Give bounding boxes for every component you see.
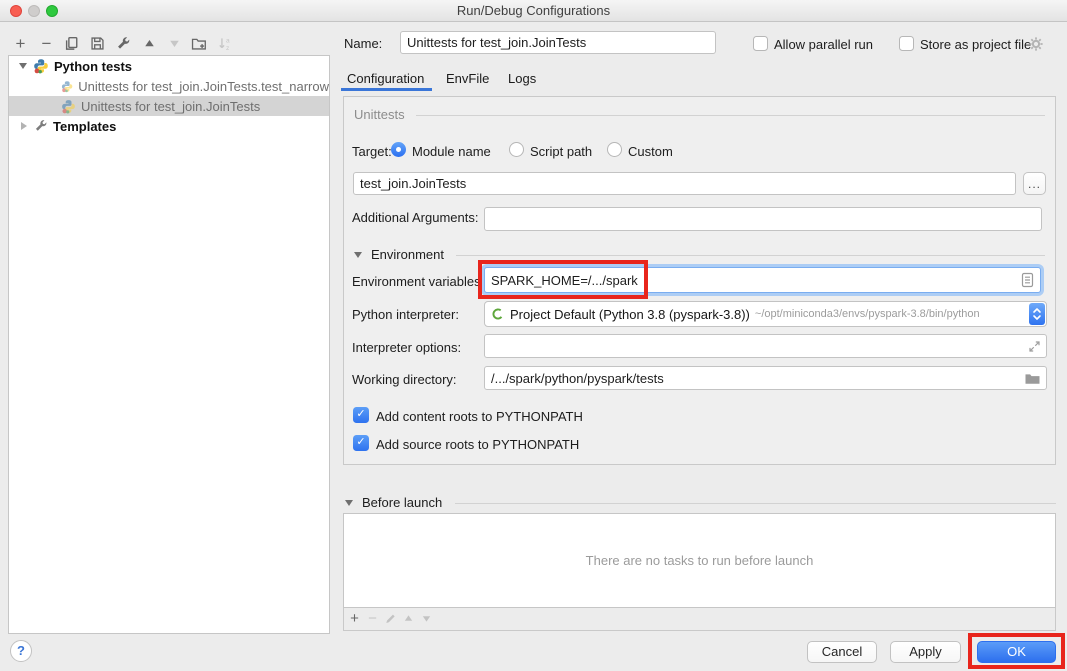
before-launch-task-list: There are no tasks to run before launch — [343, 513, 1056, 608]
allow-parallel-run-checkbox[interactable] — [753, 36, 768, 51]
allow-parallel-run-label[interactable]: Allow parallel run — [774, 37, 873, 52]
python-test-icon — [61, 79, 73, 94]
empty-task-message: There are no tasks to run before launch — [586, 553, 814, 568]
move-up-icon[interactable] — [141, 35, 158, 52]
environment-collapse-icon[interactable] — [354, 252, 362, 258]
tree-item-label: Unittests for test_join.JoinTests.test_n… — [78, 79, 329, 94]
new-folder-icon[interactable] — [190, 35, 207, 52]
minimize-window-button[interactable] — [28, 5, 40, 17]
zoom-window-button[interactable] — [46, 5, 58, 17]
add-icon[interactable]: + — [346, 610, 363, 627]
interpreter-path: ~/opt/miniconda3/envs/pyspark-3.8/bin/py… — [755, 308, 1026, 320]
tree-item-templates[interactable]: Templates — [9, 116, 329, 136]
edit-icon[interactable] — [382, 610, 399, 627]
active-tab-underline — [341, 88, 432, 91]
tree-item-label: Templates — [53, 119, 116, 134]
svg-text:a: a — [226, 38, 230, 45]
python-interpreter-select[interactable]: Project Default (Python 3.8 (pyspark-3.8… — [484, 301, 1047, 327]
additional-arguments-input[interactable] — [484, 207, 1042, 231]
expand-field-icon[interactable] — [1026, 338, 1042, 354]
before-launch-toolbar: + − — [343, 608, 1056, 631]
tree-item-unittests-test-narrow[interactable]: Unittests for test_join.JoinTests.test_n… — [9, 76, 329, 96]
working-directory-input[interactable] — [484, 366, 1047, 390]
remove-icon[interactable]: − — [38, 35, 55, 52]
run-debug-configurations-dialog: { "window": { "title": "Run/Debug Config… — [0, 0, 1067, 671]
python-test-icon — [61, 99, 76, 114]
close-window-button[interactable] — [10, 5, 22, 17]
radio-module-name-label[interactable]: Module name — [412, 144, 491, 159]
environment-divider — [456, 255, 1045, 256]
ok-button[interactable]: OK — [977, 641, 1056, 663]
tree-item-label: Python tests — [54, 59, 132, 74]
dropdown-stepper-icon[interactable] — [1029, 303, 1045, 325]
help-button[interactable]: ? — [10, 640, 32, 662]
store-as-project-file-checkbox[interactable] — [899, 36, 914, 51]
add-source-roots-checkbox[interactable] — [353, 435, 369, 451]
save-icon[interactable] — [89, 35, 106, 52]
before-launch-divider — [455, 503, 1056, 504]
interpreter-options-input[interactable] — [484, 334, 1047, 358]
additional-arguments-label: Additional Arguments: — [352, 210, 478, 225]
move-down-icon[interactable] — [418, 610, 435, 627]
svg-text:z: z — [226, 45, 229, 51]
add-icon[interactable]: + — [12, 35, 29, 52]
interpreter-value: Project Default (Python 3.8 (pyspark-3.8… — [510, 307, 750, 322]
radio-script-path[interactable] — [509, 142, 524, 157]
radio-custom-label[interactable]: Custom — [628, 144, 673, 159]
before-launch-section-label[interactable]: Before launch — [362, 495, 442, 510]
browse-module-button[interactable]: ... — [1023, 172, 1046, 195]
module-name-input[interactable] — [353, 172, 1016, 195]
before-launch-collapse-icon[interactable] — [345, 500, 353, 506]
target-label: Target: — [352, 144, 392, 159]
configurations-tree: Python tests Unittests for test_join.Joi… — [8, 55, 330, 634]
templates-wrench-icon — [34, 119, 48, 133]
group-divider — [416, 115, 1045, 116]
cancel-button[interactable]: Cancel — [807, 641, 877, 663]
window-title: Run/Debug Configurations — [0, 0, 1067, 21]
conda-env-icon — [491, 307, 505, 321]
add-source-roots-label[interactable]: Add source roots to PYTHONPATH — [376, 437, 579, 452]
unittests-group-label: Unittests — [354, 107, 405, 122]
radio-script-path-label[interactable]: Script path — [530, 144, 592, 159]
add-content-roots-label[interactable]: Add content roots to PYTHONPATH — [376, 409, 583, 424]
tree-item-unittests-jointests-selected[interactable]: Unittests for test_join.JoinTests — [9, 96, 329, 116]
tab-logs[interactable]: Logs — [508, 71, 536, 86]
titlebar: Run/Debug Configurations — [0, 0, 1067, 22]
name-input[interactable] — [400, 31, 716, 54]
tree-item-python-tests[interactable]: Python tests — [9, 56, 329, 76]
gear-icon[interactable] — [1028, 36, 1044, 52]
env-vars-input[interactable] — [484, 267, 1041, 293]
sort-alphabetically-icon[interactable]: az — [217, 35, 234, 52]
interpreter-options-label: Interpreter options: — [352, 340, 461, 355]
env-vars-browse-icon[interactable] — [1020, 272, 1035, 288]
store-as-project-file-label[interactable]: Store as project file — [920, 37, 1031, 52]
environment-section-label[interactable]: Environment — [371, 247, 444, 262]
expand-arrow-icon[interactable] — [21, 122, 27, 130]
add-content-roots-checkbox[interactable] — [353, 407, 369, 423]
move-up-icon[interactable] — [400, 610, 417, 627]
copy-icon[interactable] — [63, 35, 80, 52]
tree-item-label: Unittests for test_join.JoinTests — [81, 99, 260, 114]
move-down-icon[interactable] — [166, 35, 183, 52]
python-tests-icon — [33, 58, 49, 74]
environment-variables-label: Environment variables: — [352, 274, 484, 289]
tab-envfile[interactable]: EnvFile — [446, 71, 489, 86]
apply-button[interactable]: Apply — [890, 641, 961, 663]
radio-custom[interactable] — [607, 142, 622, 157]
configuration-panel: Unittests Target: Module name Script pat… — [343, 96, 1056, 465]
working-directory-label: Working directory: — [352, 372, 457, 387]
tab-configuration[interactable]: Configuration — [347, 71, 424, 86]
radio-module-name[interactable] — [391, 142, 406, 157]
collapse-arrow-icon[interactable] — [19, 63, 27, 69]
folder-icon[interactable] — [1024, 370, 1041, 386]
name-label: Name: — [344, 36, 382, 51]
python-interpreter-label: Python interpreter: — [352, 307, 459, 322]
edit-templates-icon[interactable] — [115, 35, 132, 52]
remove-icon[interactable]: − — [364, 610, 381, 627]
